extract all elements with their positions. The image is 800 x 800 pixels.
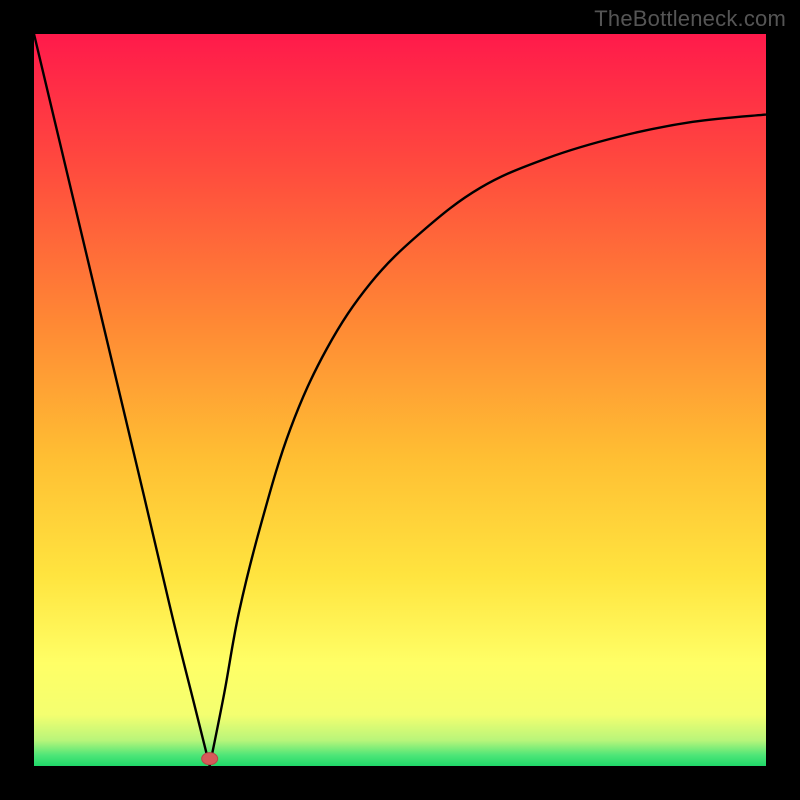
optimal-point-marker — [202, 753, 218, 765]
watermark-text: TheBottleneck.com — [594, 6, 786, 32]
gradient-background — [34, 34, 766, 766]
bottleneck-curve-chart — [34, 34, 766, 766]
chart-container — [34, 34, 766, 766]
